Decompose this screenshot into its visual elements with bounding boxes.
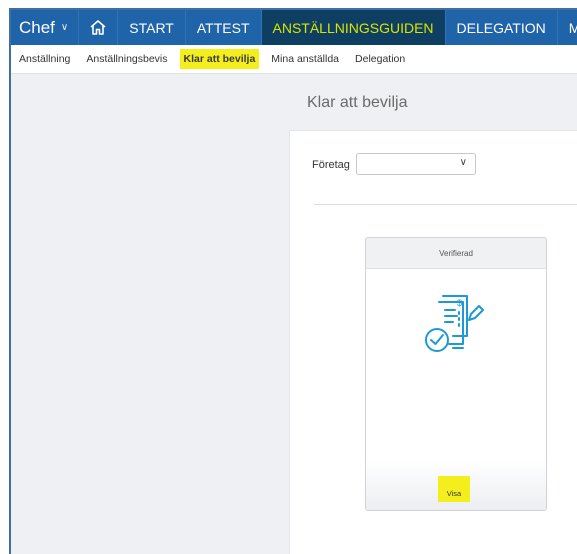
nav-delegation-label: DELEGATION [456, 19, 546, 36]
nav-attest-label: ATTEST [196, 19, 250, 36]
role-label: Chef [19, 17, 55, 37]
subnav-delegation-label: Delegation [355, 53, 406, 65]
card-footer: Visa [366, 460, 546, 510]
divider [314, 204, 577, 205]
visa-button[interactable]: Visa [438, 476, 470, 502]
home-icon [90, 20, 106, 35]
nav-delegation[interactable]: DELEGATION [446, 10, 558, 45]
chevron-down-icon: ∨ [60, 22, 69, 33]
card-header: Verifierad [366, 238, 546, 269]
nav-start-label: START [129, 19, 174, 36]
subnav-delegation[interactable]: Delegation [347, 49, 413, 69]
subnav-klar-att-bevilja[interactable]: Klar att bevilja [179, 49, 260, 69]
app-frame: Chef ∨ START ATTEST ANSTÄLLNINGSGUIDEN D… [9, 8, 577, 554]
subnav-klar-att-bevilja-label: Klar att bevilja [183, 53, 256, 65]
chevron-down-icon: ∨ [459, 157, 467, 168]
card-header-label: Verifierad [439, 248, 473, 258]
subnav-mina-anstallda-label: Mina anställda [271, 53, 340, 65]
role-selector[interactable]: Chef ∨ [11, 10, 80, 45]
page-title: Klar att bevilja [307, 94, 408, 111]
svg-text:$: $ [457, 298, 462, 308]
content-panel: Företag ∨ Verifierad $ Visa [289, 130, 577, 554]
visa-button-label: Visa [446, 489, 462, 498]
top-navigation: Chef ∨ START ATTEST ANSTÄLLNINGSGUIDEN D… [11, 10, 577, 45]
sub-navigation: Anställning Anställningsbevis Klar att b… [11, 45, 577, 74]
home-button[interactable] [79, 10, 119, 45]
nav-mina-anstallda-label: MINA AN [569, 20, 577, 36]
nav-attest[interactable]: ATTEST [186, 10, 262, 45]
company-label: Företag [312, 159, 350, 171]
nav-anstallningsguiden[interactable]: ANSTÄLLNINGSGUIDEN [261, 10, 446, 45]
subnav-anstallning-label: Anställning [19, 53, 71, 65]
subnav-mina-anstallda[interactable]: Mina anställda [263, 49, 347, 69]
signed-document-icon: $ [425, 295, 484, 352]
subnav-anstallningsbevis-label: Anställningsbevis [86, 53, 168, 65]
subnav-anstallning[interactable]: Anställning [11, 49, 78, 69]
nav-anstallningsguiden-label: ANSTÄLLNINGSGUIDEN [272, 19, 434, 36]
nav-mina-anstallda[interactable]: MINA AN [558, 10, 577, 45]
verified-card[interactable]: Verifierad $ Visa [365, 237, 547, 511]
nav-start[interactable]: START [118, 10, 186, 45]
company-select[interactable]: ∨ [356, 153, 476, 175]
subnav-anstallningsbevis[interactable]: Anställningsbevis [78, 49, 175, 69]
